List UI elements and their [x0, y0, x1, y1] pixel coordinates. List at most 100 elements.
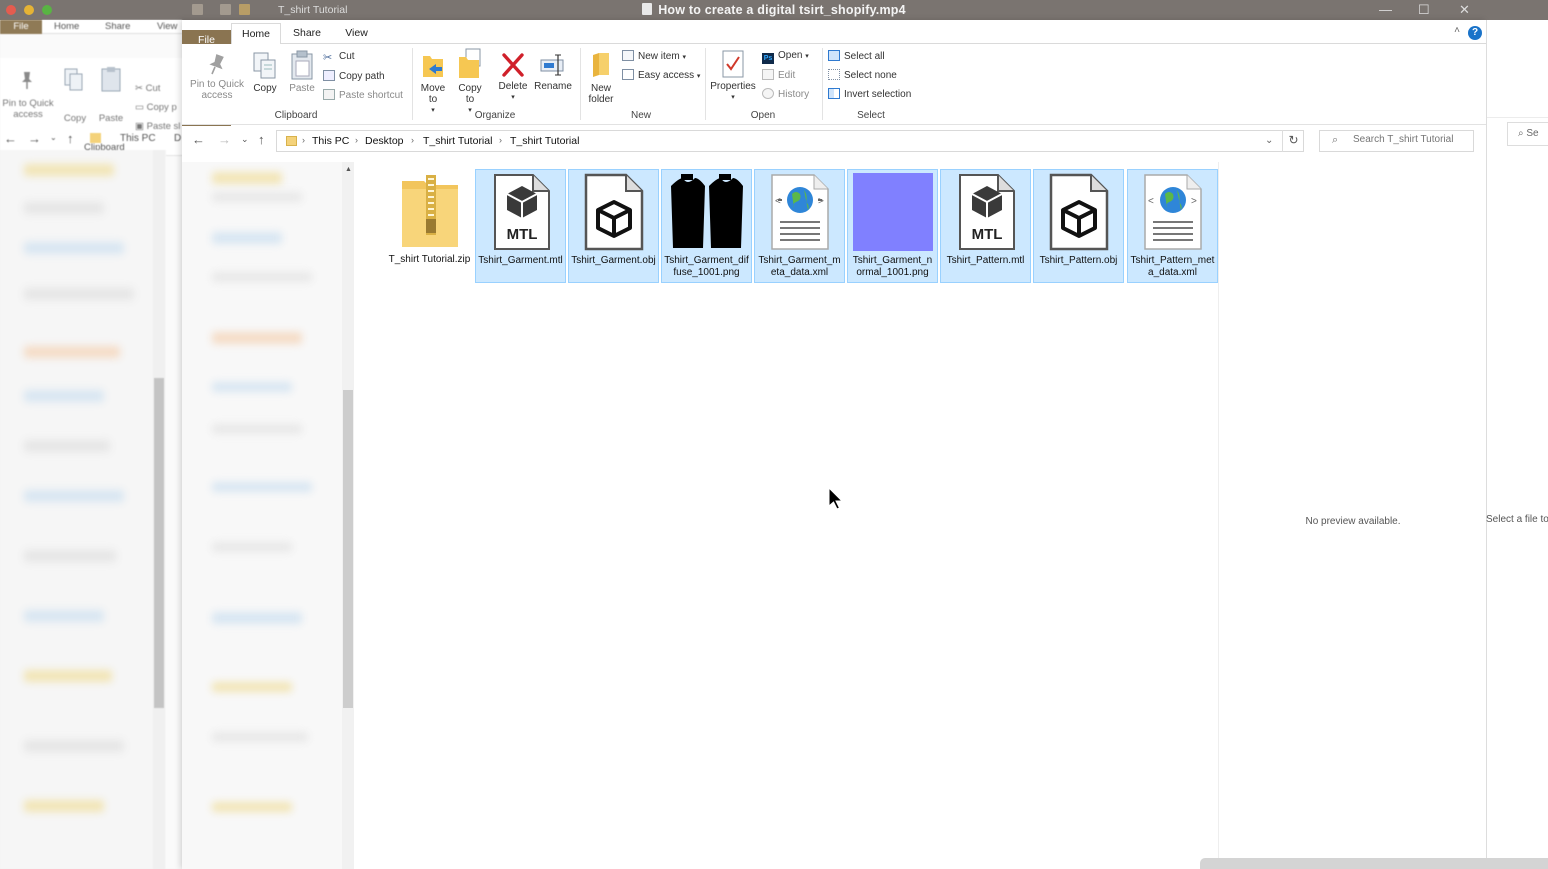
bg-copy-icon [64, 68, 83, 91]
right-search-box[interactable]: ⌕ Se [1507, 122, 1548, 146]
delete-button[interactable]: Delete ▾ [495, 52, 531, 103]
bg-tab-view[interactable]: View [157, 21, 177, 32]
paste-shortcut-button[interactable]: Paste shortcut [323, 89, 403, 101]
help-icon[interactable]: ? [1468, 26, 1482, 40]
bg-folder-icon [90, 133, 101, 143]
ribbon-separator [822, 48, 823, 120]
mouse-cursor-icon [828, 487, 844, 510]
bg-nav-scrollbar[interactable] [153, 150, 165, 869]
rename-label: Rename [534, 81, 572, 92]
cut-button[interactable]: ✂ Cut [323, 51, 355, 64]
up-icon[interactable]: ↑ [258, 132, 265, 147]
bg-copy-path-button[interactable]: ▭ Copy p [135, 102, 177, 113]
xml-web-file-icon: < > [768, 172, 832, 255]
crumb-desktop[interactable]: Desktop [365, 135, 404, 147]
copy-button[interactable]: Copy [248, 52, 282, 94]
search-input[interactable] [1353, 134, 1471, 145]
move-to-icon [423, 56, 443, 77]
bg-recent-icon[interactable]: ⌄ [50, 133, 57, 142]
crumb-tshirt-tutorial[interactable]: T_shirt Tutorial [423, 135, 492, 147]
recent-locations-icon[interactable]: ⌄ [241, 134, 249, 145]
right-ribbon [1487, 36, 1548, 118]
delete-label: Delete [498, 81, 528, 92]
ribbon-home: Pin to Quick access Copy Paste ✂ Cut Copy… [182, 44, 1486, 125]
refresh-icon[interactable]: ↻ [1282, 130, 1304, 152]
new-folder-icon [593, 53, 609, 77]
crumb-tshirt-tutorial-current[interactable]: T_shirt Tutorial [510, 135, 579, 147]
player-controls-bar[interactable] [1200, 858, 1548, 869]
edit-button[interactable]: Edit [762, 69, 795, 81]
close-icon[interactable]: ✕ [1459, 2, 1470, 18]
select-none-button[interactable]: Select none [828, 69, 897, 81]
address-dropdown-icon[interactable]: ⌄ [1265, 135, 1273, 146]
edit-label: Edit [778, 70, 796, 81]
rename-button[interactable]: Rename [533, 52, 573, 92]
select-all-icon [828, 50, 840, 61]
scroll-up-icon[interactable]: ▲ [345, 166, 352, 173]
ribbon-separator [412, 48, 413, 120]
nav-scrollbar[interactable] [342, 162, 354, 869]
forward-icon[interactable]: → [218, 132, 231, 147]
new-item-dropdown-icon: ▾ [682, 54, 686, 61]
select-all-button[interactable]: Select all [828, 50, 885, 62]
file-name: Tshirt_Garment_normal_1001.png [852, 255, 933, 278]
crumb-this-pc[interactable]: This PC [312, 135, 349, 147]
easy-access-button[interactable]: Easy access ▾ [622, 69, 700, 81]
ribbon-collapse-icon[interactable]: ˄ [1454, 25, 1460, 36]
file-item-selected[interactable]: Tshirt_Garment_normal_1001.png [847, 169, 938, 283]
bg-paste-button[interactable]: Paste [96, 113, 126, 124]
bg-cut-button[interactable]: ✂ Cut [135, 83, 160, 94]
copy-path-button[interactable]: Copy path [323, 70, 385, 82]
paste-button[interactable]: Paste [285, 50, 319, 94]
maximize-icon[interactable]: ☐ [1418, 2, 1430, 18]
properties-button[interactable]: Properties ▾ [709, 50, 757, 103]
copy-to-button[interactable]: Copy to ▾ [453, 48, 487, 116]
organize-group-label: Organize [474, 110, 516, 121]
file-item-selected[interactable]: Tshirt_Garment.obj [568, 169, 659, 283]
svg-text:>: > [818, 196, 824, 207]
open-button[interactable]: Ps Open ▾ [762, 50, 809, 64]
file-item[interactable]: T_shirt Tutorial.zip [384, 169, 475, 283]
bg-forward-icon[interactable]: → [28, 131, 41, 146]
bg-pin-icon [22, 72, 32, 89]
tab-share[interactable]: Share [292, 23, 322, 44]
zip-folder-icon [398, 171, 462, 254]
breadcrumb-chevron-icon: › [302, 135, 305, 145]
bg-copy-button[interactable]: Copy [60, 113, 90, 124]
breadcrumb[interactable]: › This PC › Desktop › T_shirt Tutorial ›… [276, 130, 1304, 152]
delete-dropdown-icon: ▾ [511, 94, 515, 101]
search-box[interactable]: ⌕ [1319, 130, 1474, 152]
file-item-selected[interactable]: Tshirt_Garment_diffuse_1001.png [661, 169, 752, 283]
file-item-selected[interactable]: MTL Tshirt_Garment.mtl [475, 169, 566, 283]
preview-pane: No preview available. [1218, 162, 1486, 869]
new-item-button[interactable]: New item ▾ [622, 50, 686, 62]
invert-selection-button[interactable]: Invert selection [828, 88, 911, 100]
minimize-icon[interactable]: — [1379, 2, 1392, 17]
new-folder-button[interactable]: New folder [583, 50, 619, 105]
back-icon[interactable]: ← [192, 132, 205, 147]
file-item-selected[interactable]: Tshirt_Pattern.obj [1033, 169, 1124, 283]
bg-nav-scroll-thumb[interactable] [154, 378, 164, 708]
file-item-selected[interactable]: MTL Tshirt_Pattern.mtl [940, 169, 1031, 283]
tab-view[interactable]: View [343, 23, 370, 44]
bg-back-icon[interactable]: ← [4, 131, 17, 146]
bg-tab-share[interactable]: Share [105, 21, 130, 32]
bg-tab-file[interactable]: File [0, 20, 42, 34]
new-item-icon [622, 50, 634, 61]
file-item-selected[interactable]: < > Tshirt_Pattern_meta_data.xml [1127, 169, 1218, 283]
bg-crumb-d[interactable]: D [174, 133, 181, 144]
file-item-selected[interactable]: < > Tshirt_Garment_meta_data.xml [754, 169, 845, 283]
bg-crumb-this-pc[interactable]: This PC [120, 133, 156, 144]
bg-tab-home[interactable]: Home [54, 21, 79, 32]
photoshop-icon: Ps [762, 53, 774, 64]
pin-to-quick-access-button[interactable]: Pin to Quick access [186, 52, 248, 101]
history-button[interactable]: History [762, 88, 809, 100]
mtl-label: MTL [506, 226, 537, 243]
nav-scroll-thumb[interactable] [343, 390, 353, 708]
bg-pin-button[interactable]: Pin to Quick access [0, 98, 56, 120]
mtl-file-icon: MTL [954, 172, 1018, 255]
bg-up-icon[interactable]: ↑ [67, 131, 74, 146]
tab-home[interactable]: Home [231, 23, 281, 45]
move-to-button[interactable]: Move to ▾ [416, 50, 450, 116]
history-icon [762, 88, 774, 99]
